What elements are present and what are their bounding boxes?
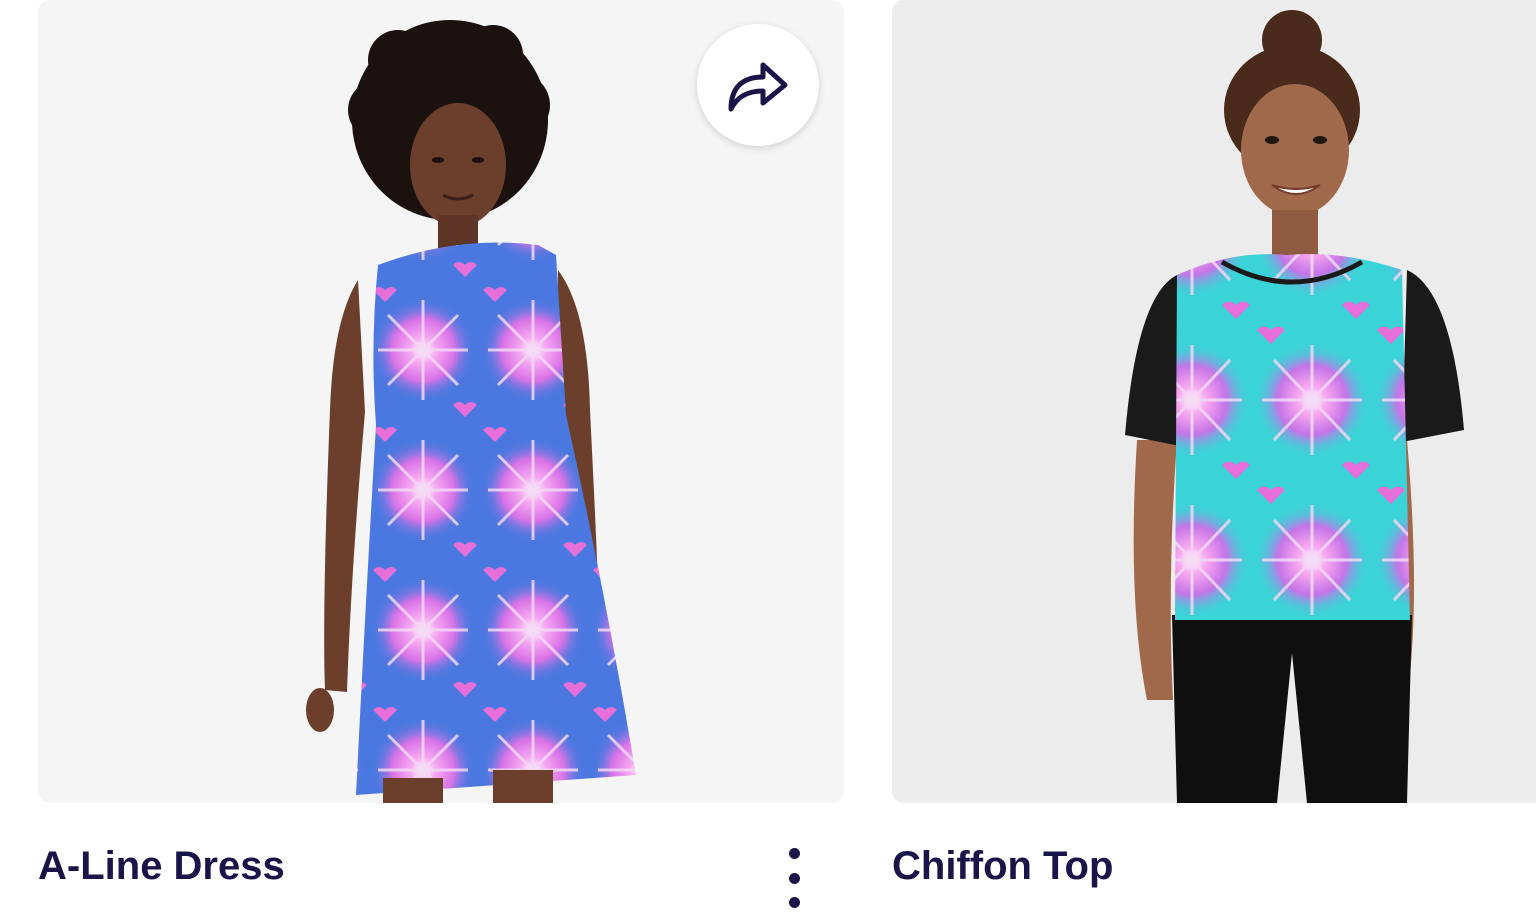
product-grid: A-Line Dress Chiffon Top (0, 0, 1536, 922)
product-card-a-line-dress[interactable]: A-Line Dress (38, 0, 844, 908)
product-card-chiffon-top[interactable]: Chiffon Top (892, 0, 1536, 888)
more-options-button[interactable] (780, 848, 808, 908)
more-vertical-icon (788, 872, 800, 884)
model-in-top-illustration (1125, 10, 1464, 803)
share-button[interactable] (697, 24, 819, 146)
share-arrow-icon (728, 62, 788, 112)
product-title[interactable]: A-Line Dress (38, 842, 285, 890)
product-image-a-line-dress[interactable] (38, 0, 844, 803)
more-vertical-icon (788, 848, 800, 859)
more-vertical-icon (788, 897, 800, 908)
product-image-chiffon-top[interactable] (892, 0, 1536, 803)
product-title[interactable]: Chiffon Top (892, 842, 1113, 890)
